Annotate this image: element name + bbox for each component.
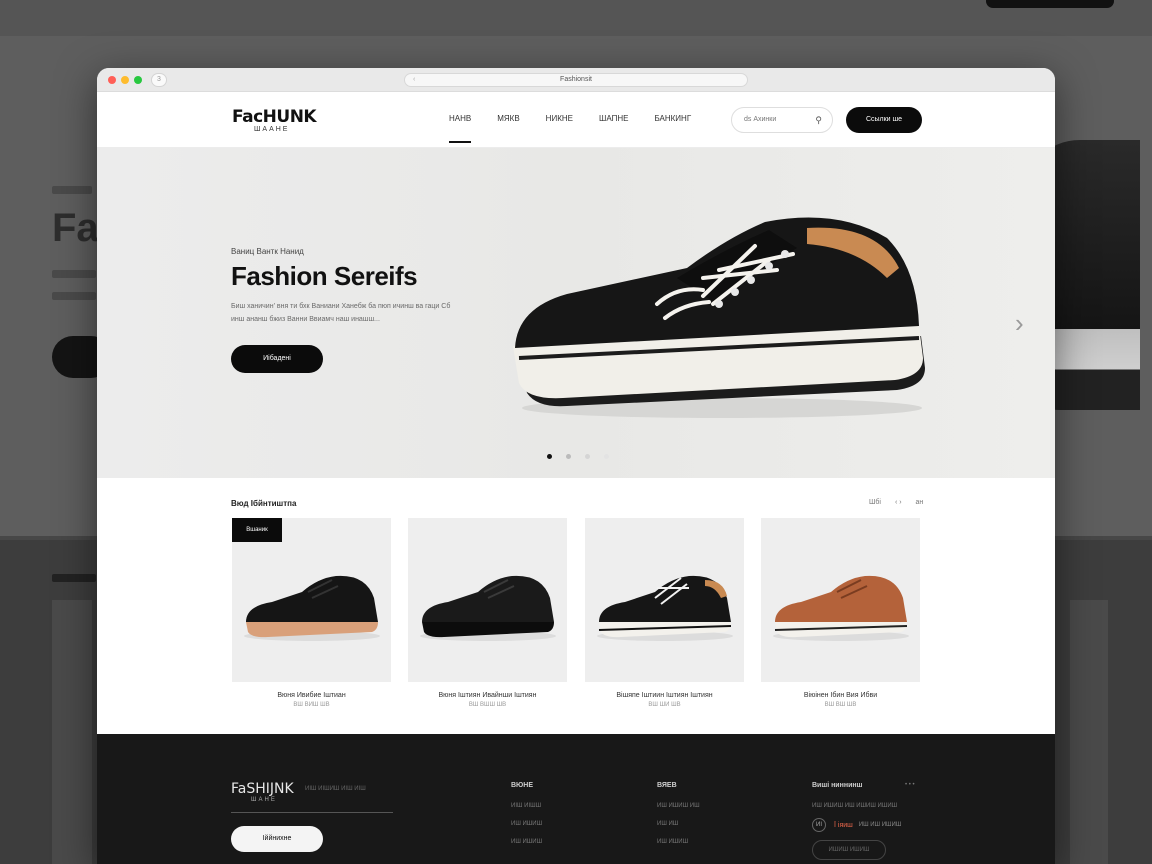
newsletter-row: ИІ Ї іяиш ИШ ИШ ИШИШ	[812, 818, 901, 832]
social-icons[interactable]: • • •	[905, 782, 915, 788]
footer-link[interactable]: ИШ ИШИШ	[511, 839, 542, 845]
hero-title: Fashion Sereifs	[231, 261, 418, 291]
maximize-window-button[interactable]	[134, 76, 142, 84]
product-price: ВШ ВШШ ШВ	[468, 702, 507, 708]
product-card[interactable]: Вшаник Вюня Ивибие Іштиан ВШ ВИШ ШВ	[232, 518, 391, 708]
newsletter-description: ИШ ИШИШ ИШ ИШИШ ИШИШ	[812, 803, 898, 809]
browser-window: 3 ‹ Fashionsit FaсHUNK ШААНЕ НАНВ МЯКВ Н…	[97, 68, 1055, 864]
backdrop-text-line	[52, 574, 96, 582]
product-card[interactable]: Вішяпе Іштиин Іштиян Іштиян ВШ ШИ ШВ	[585, 518, 744, 708]
product-price: ВШ ВШ ШВ	[824, 702, 857, 708]
hero-eyebrow: Ваниц Вантк Нанид	[231, 247, 304, 256]
chevron-right-icon[interactable]: ›	[1015, 308, 1024, 339]
newsletter-input[interactable]: ИШИШ ИШИШ	[812, 840, 886, 860]
product-card[interactable]: Вюня Іштиян Ивайнши Іштиян ВШ ВШШ ШВ	[408, 518, 567, 708]
nav-item-1[interactable]: НАНВ	[449, 114, 472, 143]
product-image[interactable]	[585, 518, 744, 682]
product-price: ВШ ШИ ШВ	[648, 702, 681, 708]
backdrop-text-line	[52, 186, 92, 194]
footer-link[interactable]: ИШ ИШИШ	[657, 839, 700, 845]
backdrop-title: Fa	[52, 206, 99, 250]
backdrop-card	[52, 600, 92, 864]
product-image[interactable]	[761, 518, 920, 682]
footer-tagline: ИІШ ИІШИШ ИІШ ИІШ	[305, 786, 366, 792]
product-name[interactable]: Вюня Іштиян Ивайнши Іштиян	[408, 692, 567, 699]
nav-item-2[interactable]: МЯКВ	[497, 114, 519, 143]
hero-banner: Ваниц Вантк Нанид Fashion Sereifs Биш ха…	[97, 148, 1055, 478]
newsletter-row-text: ИШ ИШ ИШИШ	[858, 822, 902, 828]
tab-count-button[interactable]: 3	[151, 73, 167, 87]
carousel-dot[interactable]	[566, 454, 571, 459]
carousel-pagination	[547, 454, 623, 459]
backdrop-text-line	[52, 292, 96, 300]
product-image[interactable]: Вшаник	[232, 518, 391, 682]
footer-column: ВЯЕВ ИШ ИШИШ ИШ ИШ ИШ ИШ ИШИШ	[657, 782, 700, 857]
minimize-window-button[interactable]	[121, 76, 129, 84]
shoe-icon	[773, 575, 909, 641]
site-logo[interactable]: FaсHUNK ШААНЕ	[232, 107, 317, 133]
close-window-button[interactable]	[108, 76, 116, 84]
footer-link[interactable]: ИШ ИШИШ ИШ	[657, 803, 700, 809]
address-bar[interactable]: ‹ Fashionsit	[404, 73, 748, 87]
shoe-icon	[597, 575, 733, 641]
backdrop-topbar	[0, 0, 1152, 36]
site-footer: FaSHIJNK ШАНЕ ИІШ ИІШИШ ИІШ ИІШ Іййнихне…	[97, 734, 1055, 864]
section-links: Шбі ‹ › ан	[857, 499, 923, 506]
search-placeholder: ds Ахинки	[744, 116, 777, 123]
footer-column-title: ВЮНЕ	[511, 782, 533, 789]
product-image[interactable]	[408, 518, 567, 682]
section-title: Вюд Ібйнтиштпа	[231, 499, 297, 508]
nav-item-5[interactable]: БАНКИНГ	[654, 114, 691, 143]
footer-link[interactable]: ИІШ ИІШШ	[511, 803, 542, 809]
backdrop-card	[1070, 600, 1108, 864]
newsletter-title: Виші ниннинш	[812, 782, 863, 789]
product-badge: Вшаник	[232, 518, 282, 542]
hero-button[interactable]: Иібадені	[231, 345, 323, 373]
section-link[interactable]: ан	[916, 499, 924, 506]
nav-item-3[interactable]: НИКНЕ	[546, 114, 573, 143]
carousel-dot[interactable]	[547, 454, 552, 459]
carousel-dot[interactable]	[585, 454, 590, 459]
carousel-dot[interactable]	[604, 454, 609, 459]
shoe-icon	[244, 575, 380, 641]
search-icon[interactable]: ⚲	[815, 108, 822, 132]
footer-logo-subtitle: ШАНЕ	[251, 797, 277, 803]
shoe-icon	[420, 575, 556, 641]
mail-icon[interactable]: ИІ	[812, 818, 826, 832]
site-header: FaсHUNK ШААНЕ НАНВ МЯКВ НИКНЕ ШАПНЕ БАНК…	[97, 92, 1055, 148]
footer-button[interactable]: Іййнихне	[231, 826, 323, 852]
product-name[interactable]: Вішяпе Іштиин Іштиян Іштиян	[585, 692, 744, 699]
footer-link[interactable]: ИШ ИШ	[657, 821, 700, 827]
product-price: ВШ ВИШ ШВ	[293, 702, 330, 708]
hero-shoe-image	[513, 217, 925, 418]
footer-logo[interactable]: FaSHIJNK ШАНЕ	[231, 781, 294, 803]
product-section: Вюд Ібйнтиштпа Шбі ‹ › ан Вшаник Вюня Ив…	[97, 478, 1055, 734]
footer-link[interactable]: ИШ ИШИШ	[511, 821, 542, 827]
product-name[interactable]: Віюінен Ібин Вия Ибви	[761, 692, 920, 699]
footer-divider	[231, 812, 393, 813]
newsletter-accent[interactable]: Ї іяиш	[834, 822, 853, 829]
product-name[interactable]: Вюня Ивибие Іштиан	[232, 692, 391, 699]
section-link[interactable]: Шбі	[869, 499, 881, 506]
product-card[interactable]: Віюінен Ібин Вия Ибви ВШ ВШ ШВ	[761, 518, 920, 708]
logo-subtitle: ШААНЕ	[254, 126, 290, 133]
hero-description: Биш ханичин' вня ти бхк Ваниани Ханебж б…	[231, 303, 451, 323]
backdrop-button	[986, 0, 1114, 8]
browser-chrome: 3 ‹ Fashionsit	[97, 68, 1055, 92]
footer-column: ВЮНЕ ИІШ ИІШШ ИШ ИШИШ ИШ ИШИШ	[511, 782, 542, 857]
main-nav: НАНВ МЯКВ НИКНЕ ШАПНЕ БАНКИНГ	[449, 114, 717, 143]
backdrop-text-line	[52, 270, 96, 278]
url-text: Fashionsit	[560, 76, 592, 83]
logo-wordmark: FaсHUNK	[232, 107, 317, 127]
chevron-left-icon[interactable]: ‹	[413, 74, 415, 86]
header-cta-button[interactable]: Ссылки ше	[846, 107, 922, 133]
search-input[interactable]: ds Ахинки ⚲	[731, 107, 833, 133]
section-link[interactable]: ‹ ›	[895, 499, 902, 506]
footer-newsletter: Виші ниннинш ИШ ИШИШ ИШ ИШИШ ИШИШ	[812, 782, 897, 821]
nav-item-4[interactable]: ШАПНЕ	[599, 114, 628, 143]
footer-logo-wordmark: FaSHIJNK	[231, 781, 294, 797]
footer-column-title: ВЯЕВ	[657, 782, 677, 789]
